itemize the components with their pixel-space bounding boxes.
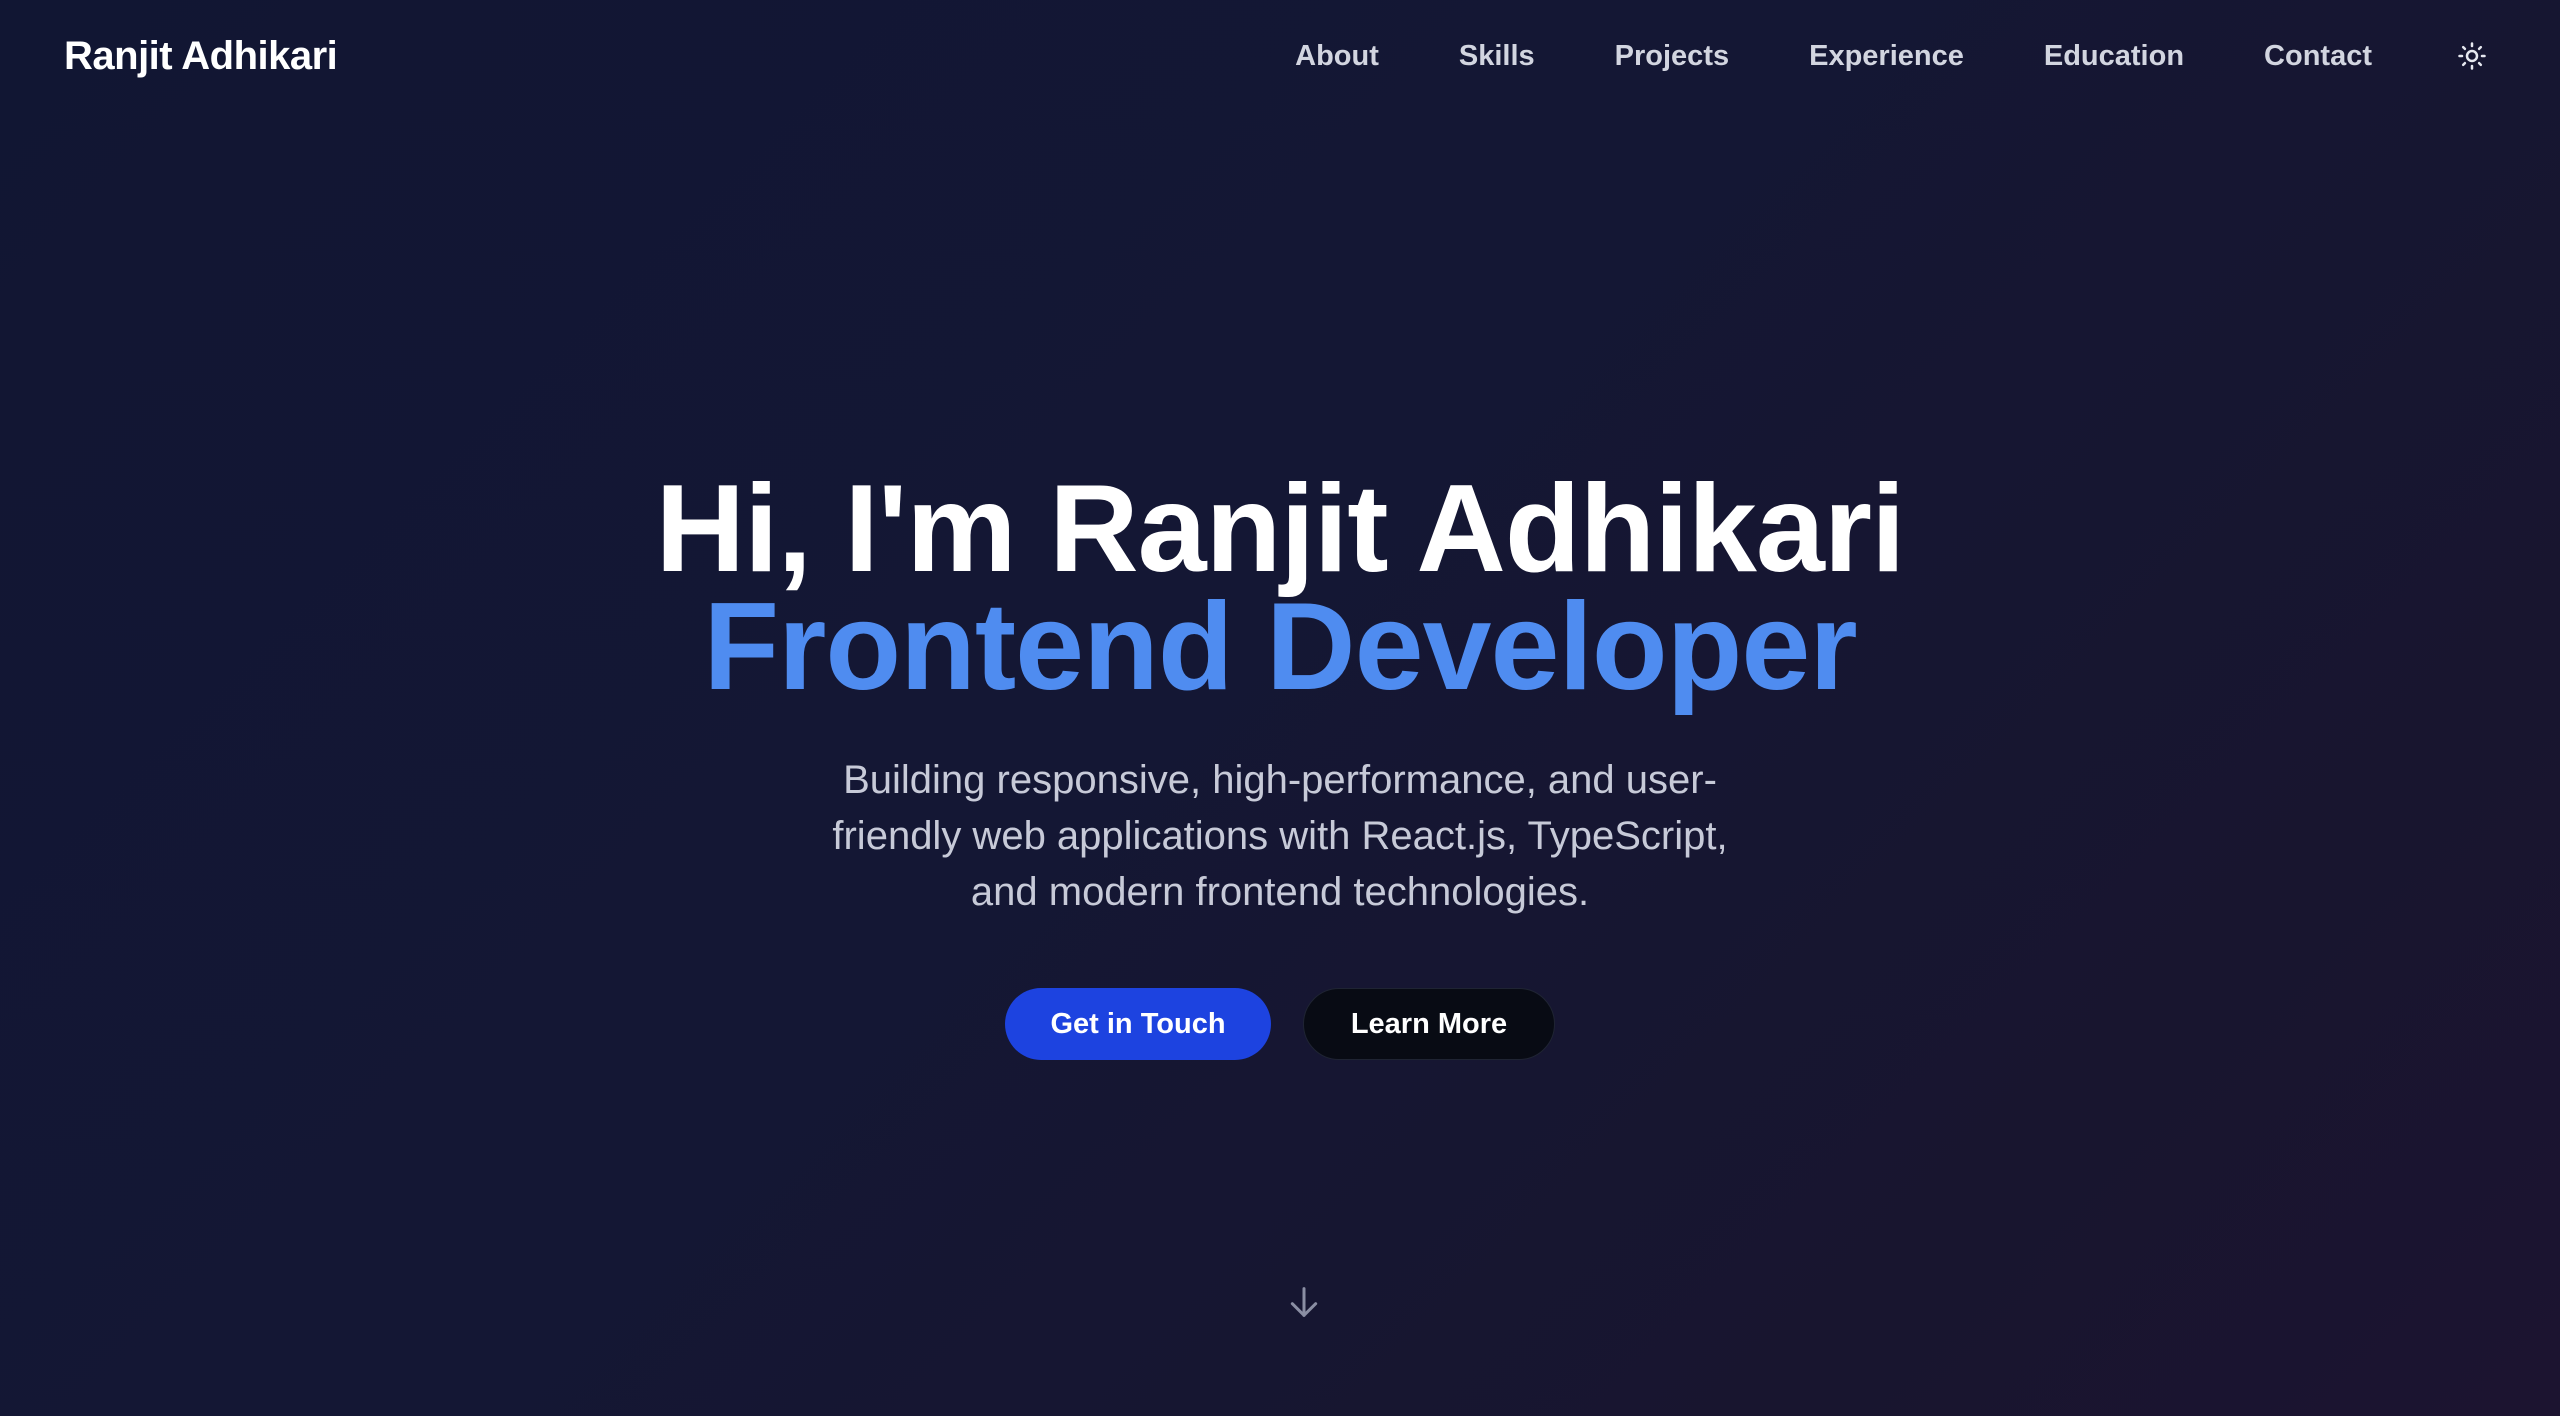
- hero-section: Hi, I'm Ranjit Adhikari Frontend Develop…: [0, 0, 2560, 1416]
- arrow-down-icon: [1290, 1287, 1318, 1317]
- scroll-down-button[interactable]: [1282, 1280, 1326, 1324]
- get-in-touch-button[interactable]: Get in Touch: [1005, 988, 1271, 1060]
- hero-title: Hi, I'm Ranjit Adhikari Frontend Develop…: [656, 467, 1906, 716]
- cta-row: Get in Touch Learn More: [1005, 988, 1555, 1060]
- learn-more-button[interactable]: Learn More: [1303, 988, 1555, 1060]
- hero-title-role: Frontend Developer: [703, 578, 1857, 716]
- hero-subtitle: Building responsive, high-performance, a…: [832, 758, 1728, 914]
